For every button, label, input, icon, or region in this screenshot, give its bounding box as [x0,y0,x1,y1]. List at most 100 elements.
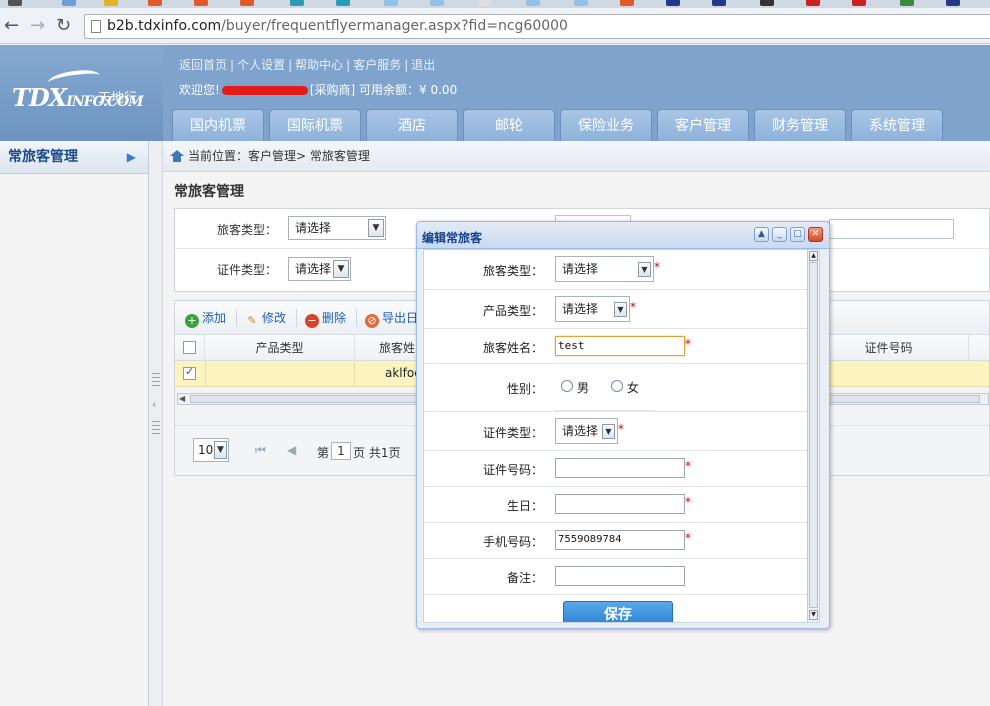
scroll-down-icon[interactable]: ▼ [809,610,818,620]
export-label: 导出日 [382,311,419,325]
tab-favicon[interactable] [666,0,680,6]
search-field-hidden[interactable] [829,219,954,239]
sidebar-item-frequent-flyer[interactable]: 常旅客管理 ▶ [0,141,148,174]
logo-main: TDX [12,83,67,112]
tab-favicon[interactable] [194,0,208,6]
select-all-checkbox[interactable] [183,341,196,354]
tab-favicon[interactable] [900,0,914,6]
tab-favicon[interactable] [712,0,726,6]
separator: | [288,58,293,72]
add-button[interactable]: + 添加 [185,309,226,328]
remark-input[interactable] [555,566,685,586]
minimize-icon[interactable]: _ [772,227,787,242]
nav-tab-cruise[interactable]: 邮轮 [463,109,555,141]
nav-tab-system[interactable]: 系统管理 [851,109,943,141]
nav-tab-international-flights[interactable]: 国际机票 [269,109,361,141]
product-type-value: 请选择 [562,302,599,316]
mobile-label: 手机号码： [482,535,543,549]
tab-favicon[interactable] [290,0,304,6]
tab-favicon[interactable] [806,0,820,6]
id-type-select[interactable]: 请选择 ▼ [555,418,618,444]
tab-favicon[interactable] [852,0,866,6]
scroll-up-icon[interactable]: ▲ [809,251,818,261]
close-icon[interactable]: ✕ [808,227,823,242]
column-header-product-type[interactable]: 产品类型 [205,335,355,361]
traveler-name-input[interactable]: test [555,336,685,356]
link-logout[interactable]: 退出 [411,58,435,72]
dialog-vertical-scrollbar[interactable]: ▲ ▼ [807,250,819,622]
back-icon[interactable]: ← [4,16,19,36]
nav-tab-insurance[interactable]: 保险业务 [560,109,652,141]
birthday-input[interactable] [555,494,685,514]
page-size-select[interactable]: 10 ▼ [193,438,229,462]
mobile-input[interactable]: 7559089784 [555,530,685,550]
link-help[interactable]: 帮助中心 [295,58,343,72]
tab-favicon[interactable] [8,0,22,6]
collapse-icon[interactable]: ▲ [754,227,769,242]
tab-favicon[interactable] [62,0,76,6]
nav-tab-hotel[interactable]: 酒店 [366,109,458,141]
product-type-select[interactable]: 请选择 ▼ [555,296,630,322]
save-button[interactable]: 保存 [563,601,673,622]
chevron-down-icon: ▼ [333,260,349,278]
prev-page-icon[interactable]: ◀ [287,443,296,457]
url-path: /buyer/frequentflyermanager.aspx?fid=ncg… [221,18,568,34]
maximize-icon[interactable]: □ [790,227,805,242]
edit-button[interactable]: ✎ 修改 [245,309,286,328]
cell-product-type [205,361,355,387]
column-header-id-number[interactable]: 证件号码 [809,335,969,361]
scroll-left-icon[interactable]: ◀ [179,394,185,403]
traveler-name-label: 旅客姓名： [482,341,543,355]
gender-female-label[interactable]: 女 [627,379,639,396]
link-home[interactable]: 返回首页 [179,58,227,72]
tab-favicon[interactable] [526,0,540,6]
id-number-input[interactable] [555,458,685,478]
tab-favicon[interactable] [384,0,398,6]
nav-tab-finance[interactable]: 财务管理 [754,109,846,141]
tab-favicon[interactable] [946,0,960,6]
edit-label: 修改 [262,311,287,325]
id-type-select[interactable]: 请选择 ▼ [288,257,351,281]
column-header-traveler-name[interactable]: 旅客姓 [355,335,417,361]
collapse-left-icon[interactable]: ‹ [152,398,156,411]
traveler-type-select[interactable]: 请选择 ▼ [555,256,654,282]
tab-favicon[interactable] [240,0,254,6]
tab-favicon[interactable] [478,0,492,6]
birthday-label: 生日： [506,499,543,513]
tab-favicon[interactable] [760,0,774,6]
tab-favicon[interactable] [336,0,350,6]
dialog-title-bar[interactable]: 编辑常旅客 ▲ _ □ ✕ [417,222,829,249]
delete-button[interactable]: − 删除 [305,309,346,328]
browser-tab-strip [0,0,990,8]
tab-favicon[interactable] [620,0,634,6]
tab-favicon[interactable] [574,0,588,6]
nav-tab-customers[interactable]: 客户管理 [657,109,749,141]
tab-favicon[interactable] [148,0,162,6]
export-button[interactable]: ⊘ 导出日 [365,309,418,328]
first-page-icon[interactable]: ⏮ [255,443,266,458]
address-bar[interactable]: b2b.tdxinfo.com/buyer/frequentflyermanag… [84,14,990,39]
link-service[interactable]: 客户服务 [353,58,401,72]
tab-favicon[interactable] [430,0,444,6]
row-checkbox[interactable] [183,365,196,380]
traveler-type-select[interactable]: 请选择 ▼ [288,216,386,240]
sidebar-item-label: 常旅客管理 [8,149,78,165]
remove-icon: − [305,314,319,328]
page-number-input[interactable]: 1 [331,442,351,460]
nav-tab-domestic-flights[interactable]: 国内机票 [172,109,264,141]
link-settings[interactable]: 个人设置 [237,58,285,72]
gender-female-radio[interactable] [611,380,623,392]
forward-icon[interactable]: → [30,16,45,36]
page-icon [91,20,101,33]
required-mark: * [685,337,691,351]
gender-male-label[interactable]: 男 [577,379,589,396]
scrollbar-thumb[interactable] [809,262,818,608]
logo[interactable]: TDXINFO.COM 天地行 [0,45,163,141]
home-icon[interactable] [170,150,184,162]
gender-male-radio[interactable] [561,380,573,392]
reload-icon[interactable]: ↻ [56,16,71,36]
tab-favicon[interactable] [104,0,118,6]
required-mark: * [685,459,691,473]
form-row-gender: 性别： 男 女 [424,364,811,411]
sidebar-splitter[interactable]: ‹ [149,141,163,706]
